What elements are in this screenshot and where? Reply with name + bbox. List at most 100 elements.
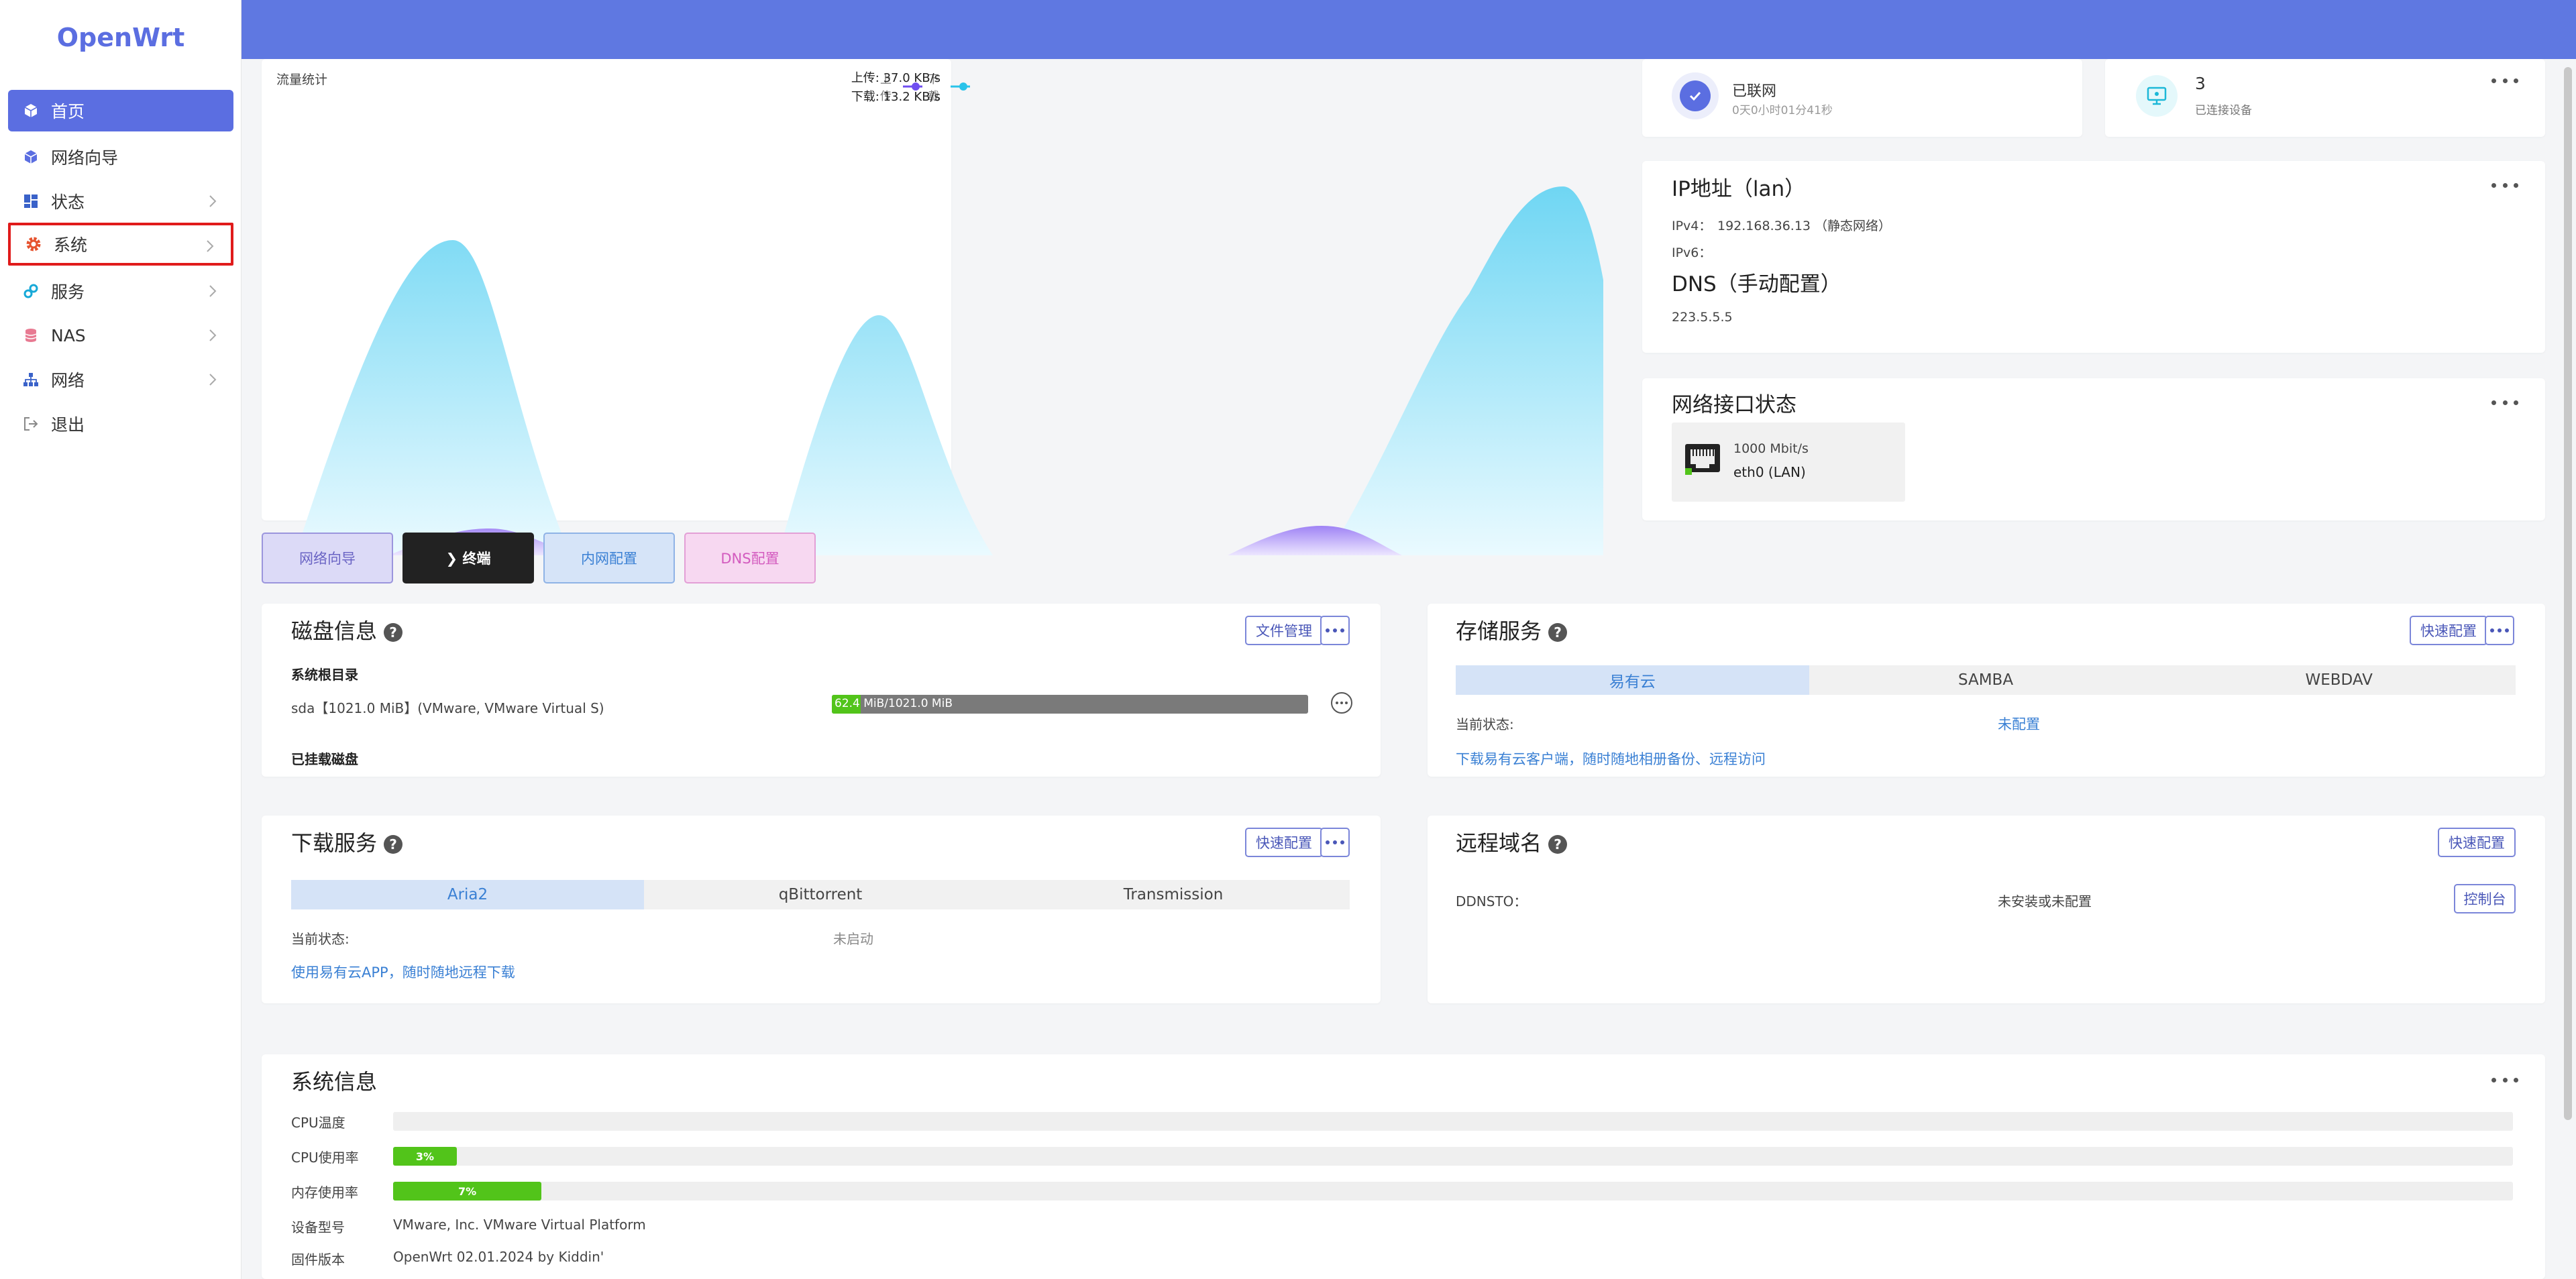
sidebar-item-label: 退出: [51, 415, 85, 435]
sidebar-item-logout[interactable]: 退出: [8, 403, 233, 445]
check-icon: [1672, 72, 1719, 119]
chevron-right-icon: [209, 285, 217, 297]
logout-icon: [21, 414, 40, 433]
iface-name: eth0 (LAN): [1733, 464, 1806, 480]
device-subtitle: 已连接设备: [2195, 104, 2252, 117]
help-icon[interactable]: ?: [1548, 623, 1568, 642]
logo: OpenWrt: [56, 23, 185, 52]
firmware-value: OpenWrt 02.01.2024 by Kiddin': [393, 1249, 604, 1265]
sidebar-item-network[interactable]: 网络: [8, 359, 233, 400]
header-bar: [241, 0, 2576, 59]
storage-download-link[interactable]: 下载易有云客户端，随时随地相册备份、远程访问: [1456, 748, 1766, 769]
ip-more-button[interactable]: [2491, 178, 2518, 192]
disk-title-text: 磁盘信息: [291, 618, 378, 644]
sidebar-item-label: 网络向导: [51, 148, 119, 168]
remote-quick-config-button[interactable]: 快速配置: [2438, 828, 2516, 857]
iface-item[interactable]: 1000 Mbit/s eth0 (LAN): [1672, 423, 1905, 502]
network-wizard-button[interactable]: 网络向导: [262, 533, 393, 583]
chevron-right-icon: [209, 374, 217, 386]
help-icon[interactable]: ?: [384, 623, 403, 642]
storage-status-value[interactable]: 未配置: [1998, 714, 2040, 734]
file-manager-button[interactable]: 文件管理: [1245, 616, 1323, 645]
console-button[interactable]: 控制台: [2454, 884, 2516, 913]
online-status: 已联网: [1732, 83, 1777, 100]
download-quick-config-button[interactable]: 快速配置: [1245, 828, 1323, 857]
storage-title: 存储服务?: [1456, 614, 1568, 645]
disk-options-icon[interactable]: [1331, 692, 1352, 714]
upload-rate: 上传: 37.0 KB/s: [851, 71, 941, 85]
sidebar-item-status[interactable]: 状态: [8, 180, 233, 222]
sidebar-item-nas[interactable]: NAS: [8, 315, 233, 356]
gear-icon: [24, 235, 43, 254]
sidebar-item-network-wizard[interactable]: 网络向导: [8, 136, 233, 178]
sidebar-item-home[interactable]: 首页: [8, 90, 233, 131]
cube-icon: [21, 148, 40, 166]
devices-more-button[interactable]: [2491, 74, 2518, 87]
ddnsto-value: 未安装或未配置: [1998, 893, 2092, 909]
dns-config-button[interactable]: DNS配置: [684, 533, 816, 583]
download-tabs: Aria2 qBittorrent Transmission: [291, 880, 1350, 909]
download-more-button[interactable]: [1320, 828, 1350, 857]
ethernet-port-icon: [1684, 441, 1721, 479]
cpu-usage-bar: 3%: [393, 1147, 2513, 1166]
network-icon: [21, 370, 40, 389]
mem-usage-fill: 7%: [393, 1182, 542, 1201]
traffic-card: 流量统计 上传 下载 上传: 37.0 KB/s 下载: 13.2 KB/s: [262, 59, 1603, 555]
sidebar-item-label: NAS: [51, 325, 86, 345]
sidebar-item-label: 系统: [54, 235, 88, 255]
tab-aria2[interactable]: Aria2: [291, 880, 644, 909]
tab-transmission[interactable]: Transmission: [997, 880, 1350, 909]
dashboard-icon: [21, 192, 40, 211]
traffic-chart: [295, 186, 1603, 555]
storage-tabs: 易有云 SAMBA WEBDAV: [1456, 665, 2516, 695]
model-label: 设备型号: [291, 1219, 345, 1235]
sidebar-item-label: 网络: [51, 371, 85, 390]
disk-card: 磁盘信息? 文件管理 系统根目录 sda【1021.0 MiB】(VMware,…: [262, 604, 1381, 777]
remote-title-text: 远程域名: [1456, 830, 1542, 856]
download-card: 下载服务? 快速配置 Aria2 qBittorrent Transmissio…: [262, 816, 1381, 1003]
iface-more-button[interactable]: [2491, 396, 2518, 409]
cpu-temp-bar: [393, 1112, 2513, 1131]
sidebar-item-services[interactable]: 服务: [8, 270, 233, 312]
storage-more-button[interactable]: [2485, 616, 2514, 645]
iface-speed: 1000 Mbit/s: [1733, 441, 1809, 456]
lan-config-button[interactable]: 内网配置: [543, 533, 675, 583]
dns-value: 223.5.5.5: [1672, 310, 1733, 325]
iface-title: 网络接口状态: [1672, 393, 1796, 417]
ipv4-label: IPv4：: [1672, 219, 1712, 233]
disk-device: sda【1021.0 MiB】(VMware, VMware Virtual S…: [291, 700, 604, 716]
mounted-disk-label: 已挂载磁盘: [291, 751, 358, 767]
chevron-right-icon: [209, 195, 217, 207]
disk-usage-bar: 62.4 MiB/1021.0 MiB: [832, 695, 1308, 714]
storage-title-text: 存储服务: [1456, 618, 1542, 644]
ipv6-label: IPv6：: [1672, 245, 1712, 260]
download-app-link[interactable]: 使用易有云APP，随时随地远程下载: [291, 962, 515, 982]
help-icon[interactable]: ?: [1548, 835, 1568, 854]
disk-title: 磁盘信息?: [291, 614, 403, 645]
sysinfo-more-button[interactable]: [2491, 1073, 2518, 1087]
page-scrollbar[interactable]: [2564, 67, 2572, 1120]
disk-more-button[interactable]: [1320, 616, 1350, 645]
tab-istoreos[interactable]: 易有云: [1456, 665, 1809, 695]
mem-usage-bar: 7%: [393, 1182, 2513, 1201]
ip-card: IP地址（lan） IPv4： 192.168.36.13 （静态网络） IPv…: [1642, 161, 2545, 353]
device-icon: [2136, 75, 2178, 117]
sysinfo-title: 系统信息: [291, 1069, 378, 1095]
tab-samba[interactable]: SAMBA: [1809, 665, 2163, 695]
ip-title: IP地址（lan）: [1672, 177, 1806, 201]
sidebar-item-system[interactable]: 系统: [8, 223, 233, 266]
storage-quick-config-button[interactable]: 快速配置: [2410, 616, 2487, 645]
device-count: 3: [2195, 74, 2206, 93]
uptime: 0天0小时01分41秒: [1732, 104, 1833, 117]
root-dir-label: 系统根目录: [291, 667, 358, 683]
ipv4-value: 192.168.36.13 （静态网络）: [1717, 219, 1892, 233]
tab-qbittorrent[interactable]: qBittorrent: [644, 880, 997, 909]
help-icon[interactable]: ?: [384, 835, 403, 854]
tab-webdav[interactable]: WEBDAV: [2162, 665, 2516, 695]
chevron-right-icon: [207, 240, 214, 252]
mem-usage-label: 内存使用率: [291, 1184, 358, 1201]
download-area: [295, 186, 1603, 555]
sysinfo-card: 系统信息 CPU温度 CPU使用率 3% 内存使用率 7% 设备型号 VMwar…: [262, 1054, 2545, 1279]
terminal-button[interactable]: ❯ 终端: [402, 533, 534, 583]
sidebar-item-label: 首页: [51, 102, 85, 121]
